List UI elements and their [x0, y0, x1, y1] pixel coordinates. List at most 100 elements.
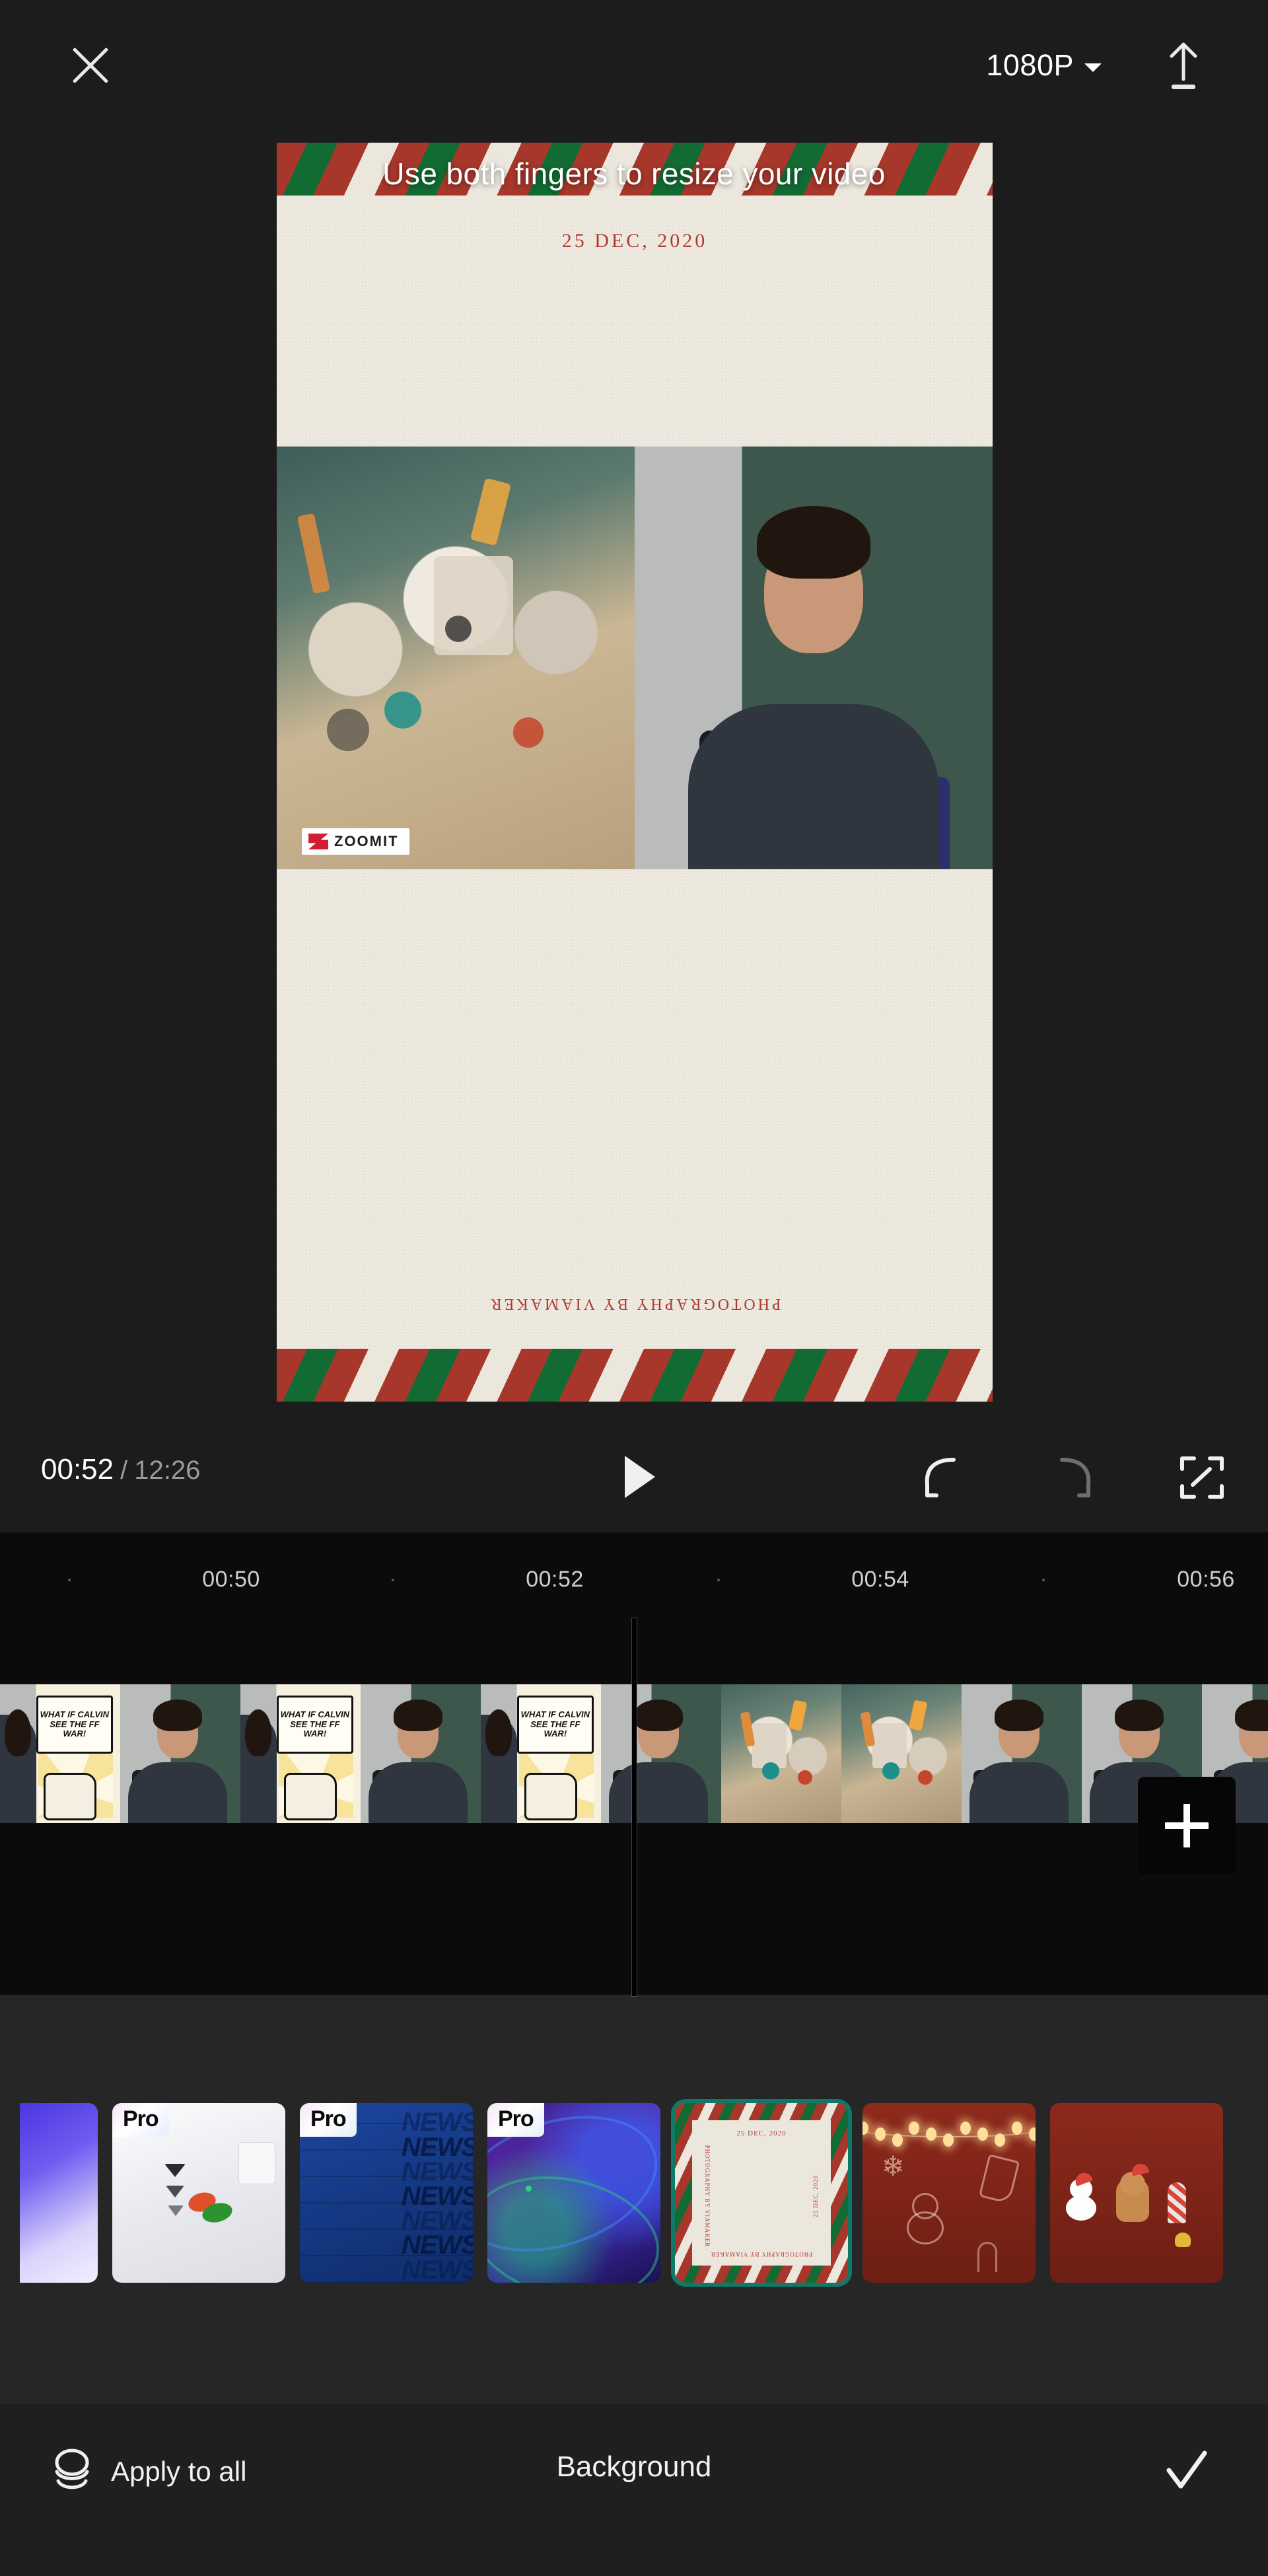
- undo-icon[interactable]: [917, 1454, 967, 1501]
- check-glyph: [1166, 2451, 1207, 2489]
- stocking-icon: [978, 2153, 1020, 2204]
- timeline-clip-thumbnail[interactable]: [962, 1684, 1082, 1823]
- green-dot: [525, 2186, 532, 2192]
- snowman-sticker-icon: [1064, 2170, 1098, 2221]
- resolution-selector[interactable]: 1080P: [986, 45, 1102, 86]
- clip-person-hair: [995, 1699, 1044, 1732]
- robot-eye-shape: [444, 616, 472, 642]
- presenter-body: [688, 704, 939, 869]
- clip-person-hair: [634, 1699, 684, 1732]
- gingerbread-sticker-icon: [1115, 2162, 1149, 2223]
- candy-cane-sticker-icon: [1168, 2182, 1187, 2223]
- card-shape: [239, 2142, 275, 2184]
- timeline-clip-thumbnail[interactable]: WHAT IF CALVIN SEE THE FF WAR!: [0, 1684, 120, 1823]
- timeline-clip-thumbnail[interactable]: WHAT IF CALVIN SEE THE FF WAR!: [240, 1684, 361, 1823]
- clip-robot-antenna-2: [788, 1699, 807, 1731]
- clip-robot-teal-dot: [761, 1762, 779, 1779]
- fullscreen-glyph: [1180, 1456, 1224, 1499]
- redo-glyph: [1060, 1458, 1091, 1497]
- upload-glyph: [1170, 42, 1197, 89]
- timeline-clip-thumbnail[interactable]: WHAT IF CALVIN SEE THE FF WAR!: [481, 1684, 601, 1823]
- clip-silhouette-head: [5, 1709, 32, 1757]
- news-word: NEWS: [402, 2132, 473, 2162]
- background-option-pro-white-card[interactable]: Pro: [112, 2103, 285, 2283]
- light-bulb-icon: [926, 2128, 937, 2141]
- playhead[interactable]: [632, 1618, 637, 1996]
- top-bar: 1080P: [0, 0, 1268, 125]
- ruler-label: 00:52: [526, 1567, 584, 1592]
- comic-fist: [283, 1773, 337, 1820]
- candy-cane-icon: [977, 2241, 998, 2272]
- video-canvas[interactable]: 25 DEC, 2020 PHOTOGRAPHY BY VIAMAKER ZOO…: [277, 143, 993, 1402]
- preview-stage[interactable]: 25 DEC, 2020 PHOTOGRAPHY BY VIAMAKER ZOO…: [0, 125, 1268, 1420]
- timeline-clip-thumbnail[interactable]: [841, 1684, 962, 1823]
- robot-antenna-shape-2: [470, 478, 511, 546]
- timeline-ruler[interactable]: 00:50 00:52 00:54 00:56: [0, 1567, 1268, 1606]
- mini-date-text: 25 DEC, 2020: [736, 2129, 787, 2137]
- clip-robot-teal-dot: [882, 1762, 899, 1779]
- check-icon[interactable]: [1161, 2447, 1211, 2497]
- presenter-hair: [757, 505, 870, 579]
- timeline-clip-thumbnail[interactable]: [361, 1684, 481, 1823]
- timeline-clip-thumbnail[interactable]: [721, 1684, 841, 1823]
- comic-speech-bubble: WHAT IF CALVIN SEE THE FF WAR!: [516, 1695, 594, 1754]
- clip-robot-body: [872, 1723, 907, 1768]
- upload-icon[interactable]: [1158, 41, 1209, 94]
- ruler-label: 00:56: [1177, 1567, 1235, 1592]
- bell-sticker-icon: [1174, 2232, 1191, 2247]
- clip-person-body: [969, 1762, 1069, 1823]
- zoomit-watermark: ZOOMIT: [302, 828, 409, 855]
- background-options-strip[interactable]: Pro Pro NEWS NEWS NEWS NEWS NEWS NEWS NEWS Pro 25 …: [0, 2094, 1268, 2292]
- mini-paper: 25 DEC, 2020 PHOTOGRAPHY BY VIAMAKER PHOTO…: [692, 2120, 831, 2266]
- chevron-down-icon: [1084, 63, 1102, 72]
- comic-fist: [524, 1773, 577, 1820]
- robot-teal-dot: [384, 692, 421, 729]
- news-word: NEWS: [402, 2255, 473, 2283]
- timeline-clip-thumbnail[interactable]: [120, 1684, 240, 1823]
- background-option-pro-news-blue[interactable]: Pro NEWS NEWS NEWS NEWS NEWS NEWS NEWS: [300, 2103, 473, 2283]
- background-option-candy-frame[interactable]: 25 DEC, 2020 PHOTOGRAPHY BY VIAMAKER PHOTO…: [671, 2099, 852, 2287]
- news-word: NEWS: [402, 2206, 473, 2236]
- light-bulb-icon: [892, 2133, 903, 2147]
- redo-icon[interactable]: [1049, 1454, 1099, 1501]
- clip-robot-red-dot: [918, 1770, 933, 1785]
- snowman-icon: [904, 2193, 946, 2244]
- background-option-xmas-lights[interactable]: ❄: [863, 2103, 1036, 2283]
- robot-antenna-shape: [297, 513, 331, 594]
- transport-bar: 00:52 / 12:26: [0, 1420, 1268, 1532]
- pro-badge: Pro: [112, 2103, 169, 2137]
- robot-dark-dot: [326, 708, 369, 751]
- comic-speech-bubble: WHAT IF CALVIN SEE THE FF WAR!: [36, 1695, 114, 1754]
- background-option-gradient-purple[interactable]: [20, 2103, 98, 2283]
- comic-speech-bubble: WHAT IF CALVIN SEE THE FF WAR!: [276, 1695, 354, 1754]
- news-word: NEWS: [402, 2231, 473, 2260]
- clip-person-hair: [1115, 1699, 1164, 1732]
- clip-person-body: [128, 1762, 228, 1823]
- card-credit-text: PHOTOGRAPHY BY VIAMAKER: [488, 1295, 781, 1312]
- ruler-tick: [717, 1579, 720, 1581]
- presenter-clip[interactable]: [635, 447, 993, 869]
- timeline-clip-thumbnail[interactable]: [601, 1684, 721, 1823]
- fullscreen-icon[interactable]: [1177, 1454, 1227, 1501]
- ruler-label: 00:54: [851, 1567, 909, 1592]
- arrow-icon: [164, 2164, 186, 2178]
- light-bulb-icon: [943, 2133, 954, 2147]
- clip-person-body: [609, 1762, 709, 1823]
- split-screen-media[interactable]: ZOOMIT: [277, 447, 993, 869]
- robots-clip[interactable]: ZOOMIT: [277, 447, 635, 869]
- current-time: 00:52: [41, 1453, 114, 1485]
- clip-silhouette-head: [245, 1709, 272, 1757]
- resolution-label: 1080P: [986, 48, 1074, 82]
- background-option-xmas-stickers[interactable]: [1050, 2103, 1223, 2283]
- time-separator: /: [120, 1456, 128, 1485]
- undo-glyph: [925, 1458, 956, 1497]
- close-icon[interactable]: [66, 41, 115, 90]
- background-option-pro-purple-swirl[interactable]: Pro: [487, 2103, 660, 2283]
- pro-badge: Pro: [300, 2103, 357, 2137]
- ruler-tick: [68, 1579, 71, 1581]
- robot-body-shape: [434, 556, 514, 656]
- play-icon[interactable]: [619, 1453, 660, 1501]
- plus-icon[interactable]: [1138, 1777, 1236, 1875]
- clip-person-body: [369, 1762, 468, 1823]
- string-lights: [863, 2114, 1036, 2153]
